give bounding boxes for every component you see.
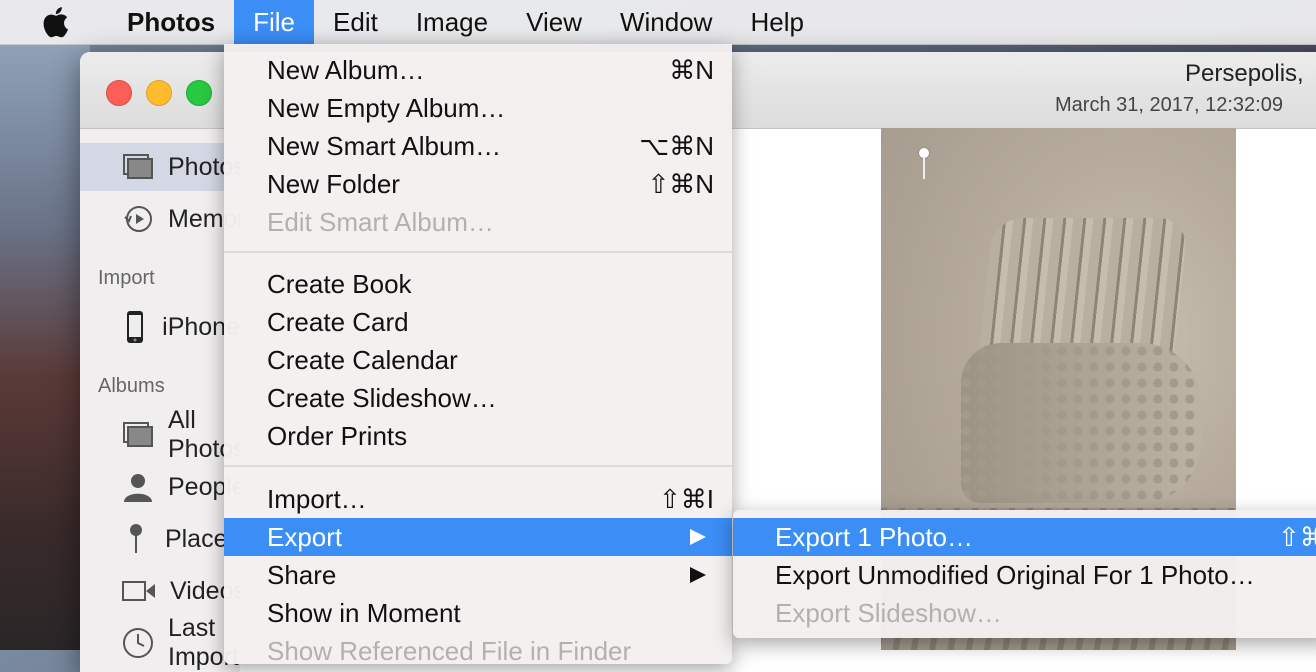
menu-help[interactable]: Help <box>731 0 822 44</box>
file-menu-dropdown: New Album… ⌘N New Empty Album… New Smart… <box>224 44 732 666</box>
sidebar-item-places[interactable]: Places <box>80 515 240 563</box>
menu-shortcut: ⇧⌘N <box>647 169 714 199</box>
menu-file[interactable]: File <box>234 0 315 44</box>
sidebar-item-last-import[interactable]: Last Import <box>80 614 240 671</box>
menu-item-label: Share <box>267 560 337 590</box>
menu-item-label: Create Book <box>267 269 412 299</box>
sidebar-item-photos[interactable]: Photos <box>80 143 246 191</box>
menu-shortcut: ⌥⌘N <box>639 131 714 161</box>
section-header-albums: Albums <box>98 375 165 397</box>
menu-item-create-slideshow[interactable]: Create Slideshow… <box>224 379 732 417</box>
submenu-arrow-icon <box>690 529 706 545</box>
videos-icon <box>122 574 156 608</box>
menu-item-label: New Smart Album… <box>267 131 502 161</box>
menu-item-create-card[interactable]: Create Card <box>224 303 732 341</box>
close-button[interactable] <box>106 80 132 106</box>
all-photos-icon <box>122 418 154 452</box>
sidebar: Photos Memories Import iPhone Albums All… <box>80 129 278 672</box>
menu-item-label: Export <box>267 522 343 552</box>
menu-item-create-book[interactable]: Create Book <box>224 265 732 303</box>
menu-item-label: Edit Smart Album… <box>267 207 494 237</box>
menu-item-import[interactable]: Import… ⇧⌘I <box>224 480 732 518</box>
menu-item-show-referenced-file: Show Referenced File in Finder <box>224 632 732 670</box>
menu-item-edit-smart-album: Edit Smart Album… <box>224 203 732 241</box>
people-icon <box>122 470 154 504</box>
memories-icon <box>122 202 154 236</box>
export-submenu: Export 1 Photo… ⇧⌘ Export Unmodified Ori… <box>733 510 1316 638</box>
sidebar-item-videos[interactable]: Videos <box>80 567 246 615</box>
menu-shortcut: ⇧⌘I <box>658 484 714 514</box>
menu-view[interactable]: View <box>507 0 601 44</box>
menu-item-export-photo[interactable]: Export 1 Photo… ⇧⌘ <box>733 518 1316 556</box>
menu-item-export[interactable]: Export <box>224 518 732 556</box>
menu-item-label: Export Unmodified Original For 1 Photo… <box>775 560 1255 590</box>
menu-separator <box>224 465 732 467</box>
menu-item-export-unmodified-original[interactable]: Export Unmodified Original For 1 Photo… <box>733 556 1316 594</box>
menu-item-create-calendar[interactable]: Create Calendar <box>224 341 732 379</box>
menu-edit[interactable]: Edit <box>314 0 397 44</box>
zoom-button[interactable] <box>186 80 212 106</box>
menu-item-label: Order Prints <box>267 421 408 451</box>
minimize-button[interactable] <box>146 80 172 106</box>
menu-item-label: Export 1 Photo… <box>775 522 973 552</box>
sidebar-item-iphone[interactable]: iPhone <box>80 303 240 351</box>
menu-item-label: New Album… <box>267 55 425 85</box>
menu-item-export-slideshow: Export Slideshow… <box>733 594 1316 632</box>
menu-item-label: Show Referenced File in Finder <box>267 636 632 666</box>
photos-icon <box>122 150 154 184</box>
menu-item-label: Create Calendar <box>267 345 458 375</box>
menu-item-new-album[interactable]: New Album… ⌘N <box>224 51 732 89</box>
menu-item-label: Import… <box>267 484 367 514</box>
menu-app-photos[interactable]: Photos <box>108 0 234 44</box>
menu-bar: Photos File Edit Image View Window Help <box>0 0 1316 45</box>
submenu-arrow-icon <box>690 567 706 583</box>
menu-item-show-in-moment[interactable]: Show in Moment <box>224 594 732 632</box>
iphone-icon <box>122 310 148 344</box>
sidebar-item-people[interactable]: People <box>80 463 246 511</box>
menu-item-order-prints[interactable]: Order Prints <box>224 417 732 455</box>
places-icon <box>122 522 151 556</box>
menu-item-new-smart-album[interactable]: New Smart Album… ⌥⌘N <box>224 127 732 165</box>
menu-image[interactable]: Image <box>397 0 507 44</box>
menu-item-label: Create Card <box>267 307 409 337</box>
menu-item-new-empty-album[interactable]: New Empty Album… <box>224 89 732 127</box>
desktop-background <box>0 44 90 650</box>
clock-icon <box>122 626 154 660</box>
menu-item-label: Export Slideshow… <box>775 598 1002 628</box>
sidebar-item-all-photos[interactable]: All Photos <box>80 406 246 463</box>
menu-item-label: New Empty Album… <box>267 93 506 123</box>
location-pin-stem <box>923 157 925 179</box>
menu-item-label: Show in Moment <box>267 598 461 628</box>
relief-face <box>961 343 1201 503</box>
menu-item-label: New Folder <box>267 169 400 199</box>
window-title: Persepolis, <box>1185 60 1304 87</box>
menu-window[interactable]: Window <box>601 0 731 44</box>
menu-item-share[interactable]: Share <box>224 556 732 594</box>
window-subtitle: March 31, 2017, 12:32:09 <box>1055 94 1283 116</box>
menu-item-new-folder[interactable]: New Folder ⇧⌘N <box>224 165 732 203</box>
sidebar-item-memories[interactable]: Memories <box>80 195 278 243</box>
menu-shortcut: ⇧⌘ <box>1278 522 1316 552</box>
menu-shortcut: ⌘N <box>669 55 714 85</box>
section-header-import: Import <box>98 267 155 289</box>
menu-separator <box>224 251 732 253</box>
apple-logo-icon[interactable] <box>40 6 70 38</box>
menu-item-label: Create Slideshow… <box>267 383 497 413</box>
relief-headdress <box>978 218 1189 358</box>
